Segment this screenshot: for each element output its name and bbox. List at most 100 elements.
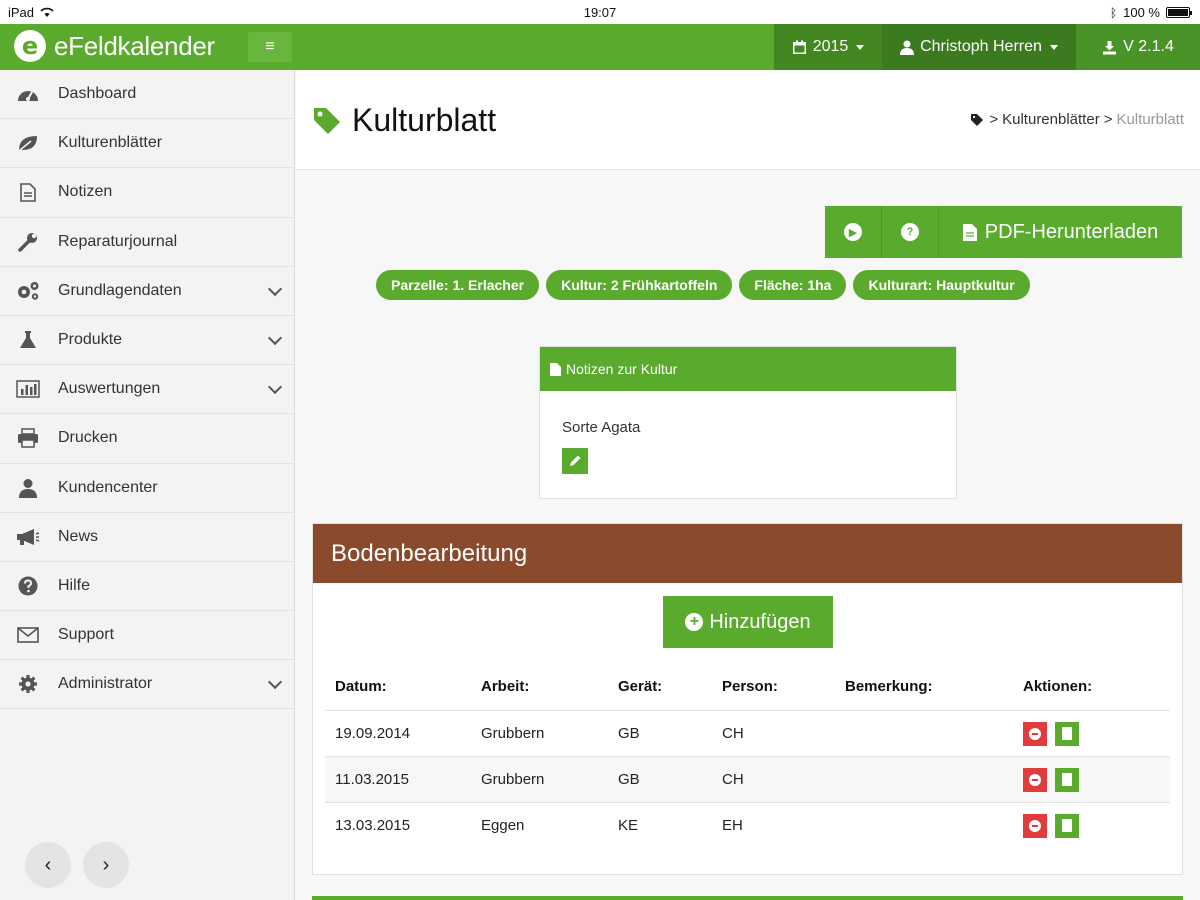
breadcrumb-parent-link[interactable]: Kulturenblätter bbox=[1002, 111, 1100, 128]
back-button[interactable]: ‹ bbox=[25, 842, 71, 888]
sidebar-item-support[interactable]: Support bbox=[0, 611, 294, 661]
breadcrumb-separator: > bbox=[989, 111, 999, 128]
question-circle-icon: ? bbox=[901, 223, 919, 241]
delete-button[interactable] bbox=[1023, 721, 1047, 746]
badge-kulturart: Kulturart: Hauptkultur bbox=[853, 270, 1030, 300]
column-header-aktionen: Aktionen: bbox=[1023, 677, 1093, 695]
cell-arbeit: Grubbern bbox=[481, 771, 545, 788]
chevron-down-icon bbox=[267, 380, 283, 395]
breadcrumb-separator: > bbox=[1103, 111, 1113, 128]
sidebar-item-administrator[interactable]: Administrator bbox=[0, 660, 294, 710]
user-dropdown[interactable]: Christoph Herren bbox=[882, 24, 1076, 70]
badge-kultur: Kultur: 2 Frühkartoffeln bbox=[546, 270, 733, 300]
sidebar-item-drucken[interactable]: Drucken bbox=[0, 414, 294, 464]
row-actions bbox=[1023, 721, 1079, 746]
forward-button[interactable]: › bbox=[83, 842, 129, 888]
page-title-text: Kulturblatt bbox=[352, 102, 497, 138]
sidebar-item-produkte[interactable]: Produkte bbox=[0, 316, 294, 366]
sidebar-item-label: News bbox=[58, 527, 99, 545]
play-button[interactable]: ▶ bbox=[825, 206, 882, 258]
notes-panel-header: Notizen zur Kultur bbox=[540, 347, 956, 391]
battery-percent: 100 % bbox=[1123, 5, 1160, 20]
wrench-icon bbox=[15, 231, 41, 253]
question-circle-icon bbox=[15, 575, 41, 597]
year-dropdown[interactable]: 2015 bbox=[774, 24, 882, 70]
column-header-arbeit: Arbeit: bbox=[481, 677, 530, 695]
add-entry-button[interactable]: + Hinzufügen bbox=[663, 596, 833, 648]
chevron-left-icon: ‹ bbox=[44, 853, 52, 876]
row-actions bbox=[1023, 767, 1079, 792]
megaphone-icon bbox=[15, 526, 41, 548]
cell-person: EH bbox=[722, 817, 743, 834]
sidebar-item-notizen[interactable]: Notizen bbox=[0, 168, 294, 218]
year-label: 2015 bbox=[812, 38, 849, 55]
help-button[interactable]: ? bbox=[882, 206, 939, 258]
details-button[interactable] bbox=[1055, 813, 1079, 838]
badge-parzelle: Parzelle: 1. Erlacher bbox=[376, 270, 540, 300]
sidebar-item-kulturenblaetter[interactable]: Kulturenblätter bbox=[0, 119, 294, 169]
calendar-icon bbox=[792, 40, 806, 54]
gear-icon bbox=[15, 673, 41, 695]
leaf-icon bbox=[15, 132, 41, 154]
cell-arbeit: Grubbern bbox=[481, 725, 545, 742]
table-row: 11.03.2015 Grubbern GB CH bbox=[325, 756, 1170, 802]
sidebar-item-label: Kulturenblätter bbox=[58, 134, 163, 152]
section-title: Bodenbearbeitung bbox=[313, 524, 1182, 583]
document-icon bbox=[15, 181, 41, 203]
table-header: Datum: Arbeit: Gerät: Person: Bemerkung:… bbox=[325, 662, 1170, 710]
pdf-download-label: PDF-Herunterladen bbox=[984, 220, 1159, 243]
next-section-header bbox=[312, 896, 1183, 900]
sidebar-item-reparaturjournal[interactable]: Reparaturjournal bbox=[0, 218, 294, 267]
sidebar-item-hilfe[interactable]: Hilfe bbox=[0, 562, 294, 612]
cell-person: CH bbox=[722, 725, 744, 742]
main-content: Kulturblatt > Kulturenblätter > Kulturbl… bbox=[296, 70, 1200, 900]
details-button[interactable] bbox=[1055, 767, 1079, 792]
sidebar-item-dashboard[interactable]: Dashboard bbox=[0, 70, 294, 120]
sidebar-item-news[interactable]: News bbox=[0, 513, 294, 562]
tag-icon bbox=[314, 107, 340, 134]
sidebar-toggle-button[interactable]: ≡ bbox=[248, 32, 292, 62]
pdf-download-button[interactable]: PDF-Herunterladen bbox=[939, 206, 1182, 258]
delete-button[interactable] bbox=[1023, 813, 1047, 838]
cell-geraet: KE bbox=[618, 817, 639, 834]
brand[interactable]: e eFeldkalender bbox=[14, 30, 215, 62]
sidebar-item-auswertungen[interactable]: Auswertungen bbox=[0, 365, 294, 415]
breadcrumb: > Kulturenblätter > Kulturblatt bbox=[971, 111, 1184, 128]
version-button[interactable]: V 2.1.4 bbox=[1076, 24, 1200, 70]
sidebar-item-label: Auswertungen bbox=[58, 380, 161, 398]
hamburger-icon: ≡ bbox=[265, 38, 275, 55]
pencil-icon bbox=[570, 455, 581, 466]
chevron-down-icon bbox=[267, 330, 283, 346]
edit-notes-button[interactable] bbox=[562, 448, 588, 474]
sidebar-item-label: Notizen bbox=[58, 183, 113, 201]
cell-datum: 13.03.2015 bbox=[335, 817, 411, 834]
user-icon bbox=[15, 477, 41, 499]
sidebar-item-kundencenter[interactable]: Kundencenter bbox=[0, 464, 294, 513]
minus-circle-icon bbox=[1029, 773, 1041, 786]
cell-arbeit: Eggen bbox=[481, 817, 525, 834]
sidebar-item-label: Drucken bbox=[58, 429, 118, 447]
cell-person: CH bbox=[722, 771, 744, 788]
dashboard-icon bbox=[15, 83, 41, 105]
sidebar-item-label: Support bbox=[58, 626, 115, 644]
status-bar: iPad 19:07 ᛒ 100 % bbox=[0, 0, 1200, 24]
bodenbearbeitung-section: Bodenbearbeitung + Hinzufügen Datum: Arb… bbox=[312, 523, 1183, 875]
chevron-down-icon bbox=[267, 675, 283, 690]
column-header-person: Person: bbox=[722, 677, 778, 695]
notes-heading: Notizen zur Kultur bbox=[566, 361, 678, 377]
history-nav: ‹ › bbox=[25, 842, 129, 888]
page-header: Kulturblatt > Kulturenblätter > Kulturbl… bbox=[296, 70, 1200, 170]
document-icon bbox=[962, 223, 977, 241]
entries-table: Datum: Arbeit: Gerät: Person: Bemerkung:… bbox=[325, 662, 1170, 848]
battery-icon bbox=[1166, 7, 1192, 18]
delete-button[interactable] bbox=[1023, 767, 1047, 792]
minus-circle-icon bbox=[1029, 727, 1041, 740]
brand-logo-icon: e bbox=[14, 30, 46, 62]
table-row: 19.09.2014 Grubbern GB CH bbox=[325, 710, 1170, 756]
details-button[interactable] bbox=[1055, 721, 1079, 746]
sidebar-item-label: Kundencenter bbox=[58, 478, 158, 496]
action-button-group: ▶ ? PDF-Herunterladen bbox=[825, 206, 1182, 258]
sidebar-item-grundlagendaten[interactable]: Grundlagendaten bbox=[0, 267, 294, 316]
cell-geraet: GB bbox=[618, 725, 640, 742]
page-title: Kulturblatt bbox=[312, 102, 496, 139]
